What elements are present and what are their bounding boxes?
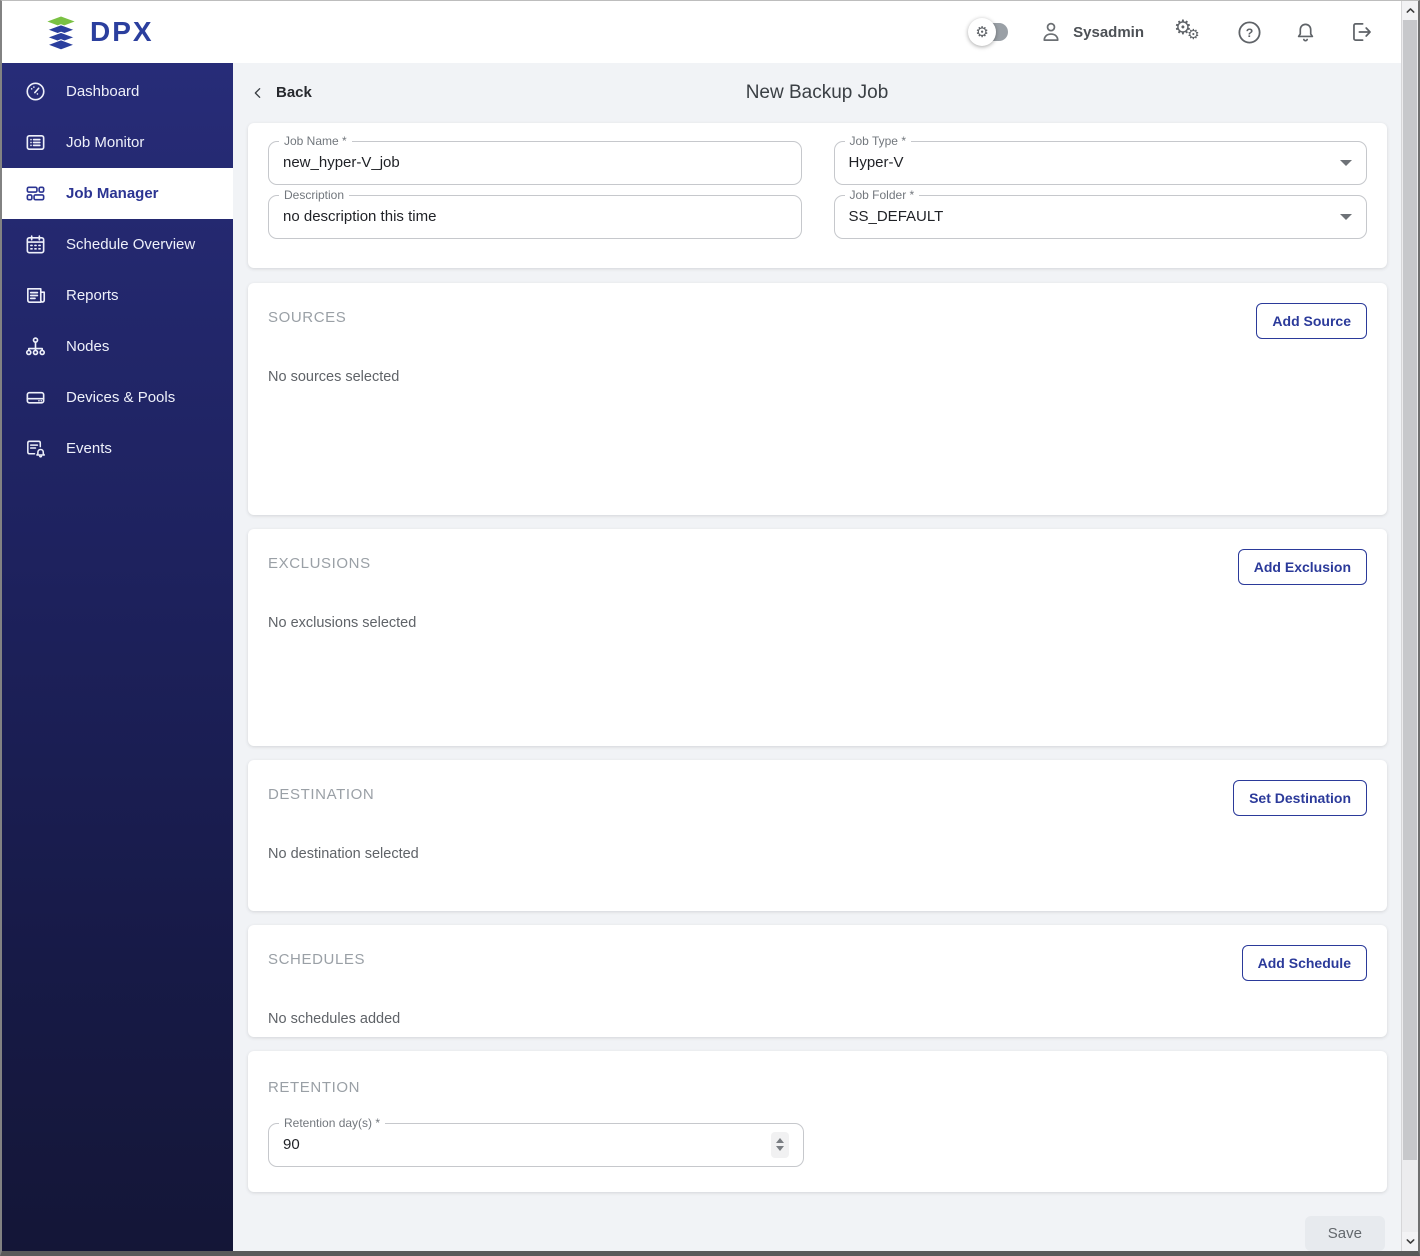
chevron-left-icon [254,87,261,98]
gear-small-icon: ⚙ [1187,26,1200,42]
retention-days-label: Retention day(s) * [279,1115,386,1130]
sidebar-item-job-manager[interactable]: Job Manager [2,168,233,219]
sidebar-item-label: Job Manager [66,185,159,202]
reports-newspaper-icon [23,284,47,308]
gear-icon: ⚙ [968,18,997,46]
destination-section-title: DESTINATION [268,785,375,803]
settings-toggle[interactable]: ⚙ [968,18,1009,46]
top-bar-controls: ⚙ Sysadmin ⚙ ⚙ ? [968,17,1374,47]
svg-text:?: ? [1246,26,1254,40]
sidebar-item-job-monitor[interactable]: Job Monitor [2,117,233,168]
description-label: Description [279,187,350,202]
exclusions-card: EXCLUSIONS Add Exclusion No exclusions s… [248,529,1387,746]
scroll-up-chevron-icon [1406,8,1414,13]
back-button[interactable]: Back [250,84,312,101]
user-name: Sysadmin [1073,23,1144,41]
dpx-logo: DPX [42,13,154,51]
job-type-value: Hyper-V [848,154,904,172]
main-content: Back New Backup Job Job Name * Job Type … [233,63,1418,1251]
sources-card: SOURCES Add Source No sources selected [248,283,1387,515]
add-schedule-button[interactable]: Add Schedule [1241,945,1367,982]
vertical-scrollbar[interactable] [1401,1,1418,1251]
sidebar-item-label: Reports [66,287,119,304]
sources-section-title: SOURCES [268,309,347,327]
schedules-empty-text: No schedules added [268,1011,401,1028]
notifications-bell-icon[interactable] [1293,20,1318,45]
job-folder-label: Job Folder * [844,187,920,202]
hard-drive-icon [23,386,47,410]
events-list-bell-icon [23,437,47,461]
job-info-card: Job Name * Job Type * Hyper-V Descriptio… [248,122,1387,269]
number-stepper[interactable] [771,1131,789,1158]
chevron-down-icon [1340,213,1352,220]
sidebar-item-events[interactable]: Events [2,423,233,474]
sidebar-item-label: Events [66,440,112,457]
save-row: Save [233,1216,1401,1251]
retention-section-title: RETENTION [268,1078,361,1096]
retention-days-input[interactable] [283,1136,683,1154]
description-field[interactable]: Description [268,187,802,239]
help-icon[interactable]: ? [1236,19,1263,46]
sidebar-item-label: Dashboard [66,83,140,100]
add-exclusion-button[interactable]: Add Exclusion [1237,549,1367,585]
sidebar: Dashboard Job Monitor Job Manager Schedu… [2,63,233,1251]
description-input[interactable] [283,208,787,226]
sources-empty-text: No sources selected [268,369,400,386]
sidebar-item-label: Devices & Pools [66,389,176,406]
destination-card: DESTINATION Set Destination No destinati… [248,759,1387,912]
dpx-stack-icon [45,16,77,51]
page-title: New Backup Job [745,81,889,103]
scroll-down-button[interactable] [1402,1232,1418,1251]
sidebar-item-label: Schedule Overview [66,236,196,253]
exclusions-section-title: EXCLUSIONS [268,555,371,572]
stepper-up-icon[interactable] [776,1138,784,1144]
save-button[interactable]: Save [1304,1216,1385,1251]
schedules-card: SCHEDULES Add Schedule No schedules adde… [248,925,1387,1037]
add-source-button[interactable]: Add Source [1256,303,1367,340]
sidebar-item-schedule-overview[interactable]: Schedule Overview [2,219,233,270]
scrollbar-thumb[interactable] [1403,20,1417,1160]
app-window: DPX ⚙ Sysadmin ⚙ ⚙ ? Dashboard Job Monit… [0,0,1420,1256]
sidebar-item-reports[interactable]: Reports [2,270,233,321]
job-name-field[interactable]: Job Name * [268,133,802,185]
retention-days-field[interactable]: Retention day(s) * [268,1115,804,1167]
user-menu[interactable]: Sysadmin [1038,19,1144,45]
sidebar-item-dashboard[interactable]: Dashboard [2,66,233,117]
sidebar-item-label: Job Monitor [66,134,145,151]
destination-empty-text: No destination selected [268,845,419,862]
job-folder-value: SS_DEFAULT [848,208,944,226]
user-icon [1043,22,1059,41]
job-manager-blocks-icon [23,182,47,206]
retention-card: RETENTION Retention day(s) * [248,1050,1387,1193]
job-folder-select[interactable]: Job Folder * SS_DEFAULT [833,187,1367,239]
dashboard-gauge-icon [23,80,47,104]
chevron-down-icon [1340,159,1352,166]
logo-text: DPX [90,16,154,47]
schedules-section-title: SCHEDULES [268,951,366,969]
job-type-select[interactable]: Job Type * Hyper-V [833,133,1367,185]
sidebar-item-nodes[interactable]: Nodes [2,321,233,372]
job-monitor-list-icon [23,131,47,155]
job-type-label: Job Type * [844,133,911,148]
job-name-label: Job Name * [279,133,352,148]
nodes-hierarchy-icon [23,335,47,359]
manage-settings-icon[interactable]: ⚙ ⚙ [1174,17,1206,47]
sidebar-item-label: Nodes [66,338,110,355]
job-name-input[interactable] [283,154,787,172]
set-destination-button[interactable]: Set Destination [1233,779,1367,816]
scroll-down-chevron-icon [1406,1239,1414,1244]
calendar-icon [23,233,47,257]
sidebar-item-devices-pools[interactable]: Devices & Pools [2,372,233,423]
back-label: Back [276,84,312,102]
stepper-down-icon[interactable] [776,1146,784,1152]
scroll-up-button[interactable] [1402,1,1418,20]
page-header: Back New Backup Job [233,63,1401,123]
top-bar: DPX ⚙ Sysadmin ⚙ ⚙ ? [2,1,1418,63]
exclusions-empty-text: No exclusions selected [268,615,417,631]
logout-icon[interactable] [1348,19,1374,45]
